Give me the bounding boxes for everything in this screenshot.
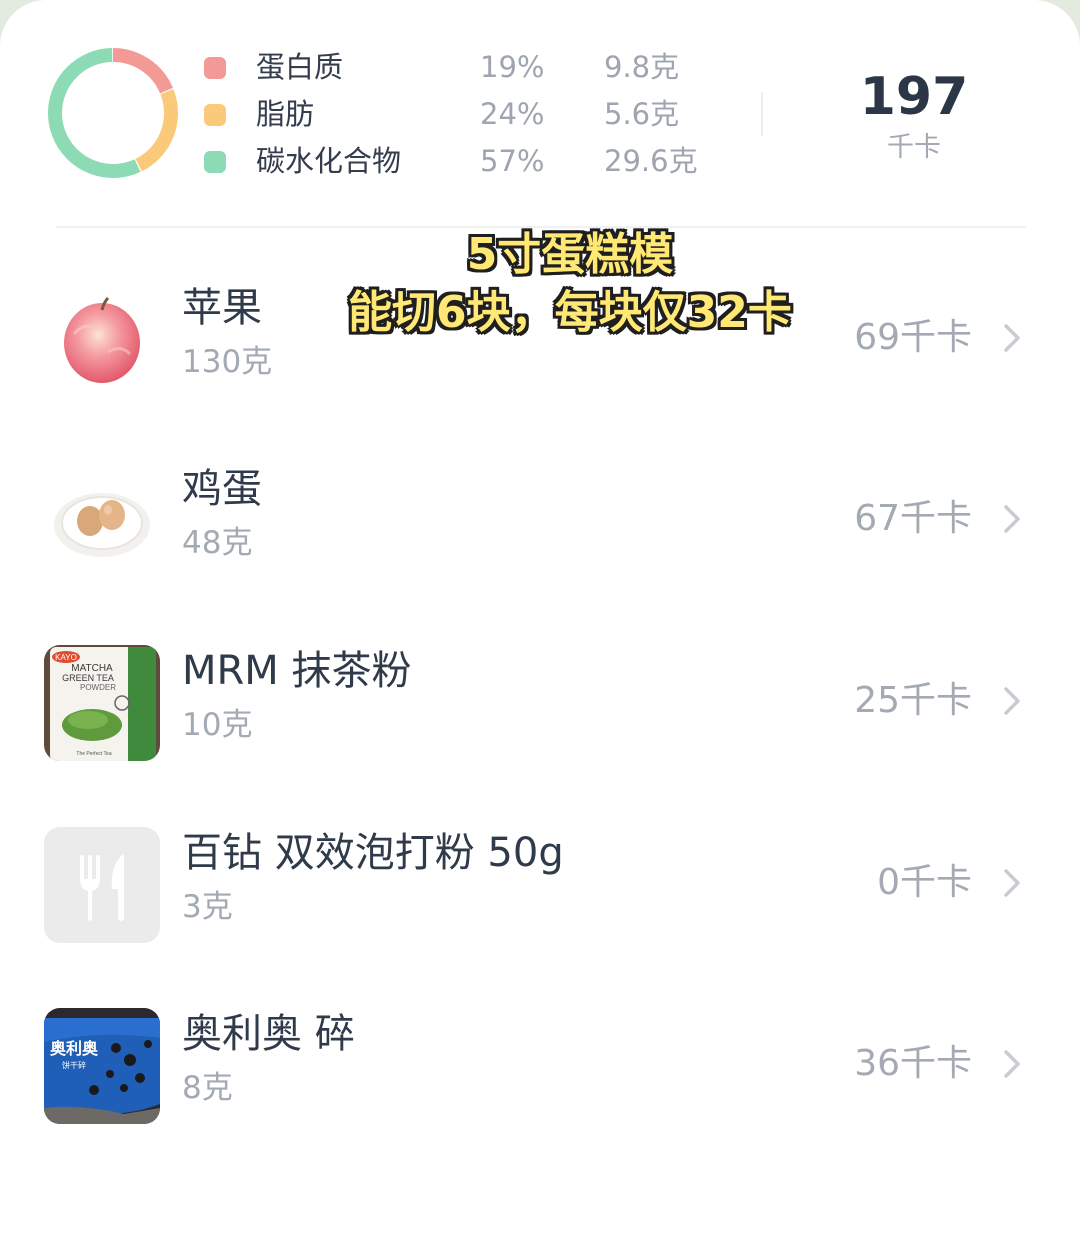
overlay-caption: 5寸蛋糕模 能切6块，每块仅32卡 — [300, 226, 840, 342]
chevron-right-icon — [1004, 687, 1020, 715]
food-item-egg[interactable]: 鸡蛋 48克 67千卡 — [0, 463, 1080, 623]
food-calories: 67千卡 — [854, 498, 972, 539]
macro-row-fat: 脂肪 24% 5.6克 — [204, 94, 724, 134]
matcha-label-line2: GREEN TEA — [62, 673, 114, 683]
food-item-matcha[interactable]: KAYO MATCHA GREEN TEA POWDER The Perfect… — [0, 645, 1080, 805]
chevron-right-icon — [1004, 869, 1020, 897]
overlay-caption-line2: 能切6块，每块仅32卡 — [348, 287, 792, 338]
macro-name: 脂肪 — [256, 97, 315, 131]
nutrition-summary: 蛋白质 19% 9.8克 脂肪 24% 5.6克 碳水化合物 57% 29.6克… — [0, 0, 1080, 228]
matcha-brand-text: KAYO — [55, 653, 77, 662]
food-item-oreo[interactable]: 奥利奥 饼干碎 奥利奥 碎 8克 36千卡 — [0, 1008, 1080, 1168]
macro-amount: 9.8克 — [604, 50, 680, 84]
oreo-sub-text: 饼干碎 — [62, 1060, 86, 1070]
food-name: 苹果 — [182, 285, 262, 331]
food-weight: 48克 — [182, 525, 253, 561]
matcha-label-line3: POWDER — [80, 683, 116, 692]
macro-amount: 29.6克 — [604, 144, 698, 178]
egg-icon — [44, 463, 160, 579]
food-name: MRM 抹茶粉 — [182, 648, 412, 694]
food-name: 鸡蛋 — [182, 466, 262, 512]
food-name: 百钻 双效泡打粉 50g — [182, 830, 564, 876]
fork-knife-icon — [44, 827, 160, 943]
nutrition-card: 蛋白质 19% 9.8克 脂肪 24% 5.6克 碳水化合物 57% 29.6克… — [0, 0, 1080, 1257]
chevron-right-icon — [1004, 505, 1020, 533]
macro-name: 碳水化合物 — [256, 144, 402, 178]
food-weight: 130克 — [182, 344, 273, 380]
food-calories: 36千卡 — [854, 1043, 972, 1084]
total-calories: 197 — [859, 67, 969, 127]
total-calories-unit: 千卡 — [887, 132, 941, 163]
macro-name: 蛋白质 — [256, 50, 344, 84]
macro-amount: 5.6克 — [604, 97, 680, 131]
macro-percent: 19% — [480, 50, 545, 84]
food-weight: 3克 — [182, 889, 233, 925]
overlay-caption-line1: 5寸蛋糕模 — [466, 229, 674, 280]
oreo-package-icon: 奥利奥 饼干碎 — [44, 1008, 160, 1124]
macro-donut-chart — [48, 48, 178, 178]
macro-row-protein: 蛋白质 19% 9.8克 — [204, 47, 724, 87]
summary-divider — [761, 92, 763, 136]
food-item-baking-powder[interactable]: 百钻 双效泡打粉 50g 3克 0千卡 — [0, 827, 1080, 987]
matcha-tagline: The Perfect Tea — [76, 751, 111, 757]
oreo-brand-text: 奥利奥 — [50, 1039, 99, 1058]
food-weight: 8克 — [182, 1070, 233, 1106]
food-calories: 0千卡 — [877, 862, 972, 903]
apple-icon — [44, 282, 160, 398]
food-calories: 25千卡 — [854, 680, 972, 721]
chevron-right-icon — [1004, 324, 1020, 352]
macro-row-carbs: 碳水化合物 57% 29.6克 — [204, 141, 724, 181]
fat-color-dot — [204, 104, 226, 126]
food-weight: 10克 — [182, 707, 253, 743]
carbs-color-dot — [204, 151, 226, 173]
macro-percent: 57% — [480, 144, 545, 178]
food-calories: 69千卡 — [854, 317, 972, 358]
matcha-package-icon: KAYO MATCHA GREEN TEA POWDER The Perfect… — [44, 645, 160, 761]
food-name: 奥利奥 碎 — [182, 1011, 355, 1057]
chevron-right-icon — [1004, 1050, 1020, 1078]
protein-color-dot — [204, 57, 226, 79]
macro-percent: 24% — [480, 97, 545, 131]
